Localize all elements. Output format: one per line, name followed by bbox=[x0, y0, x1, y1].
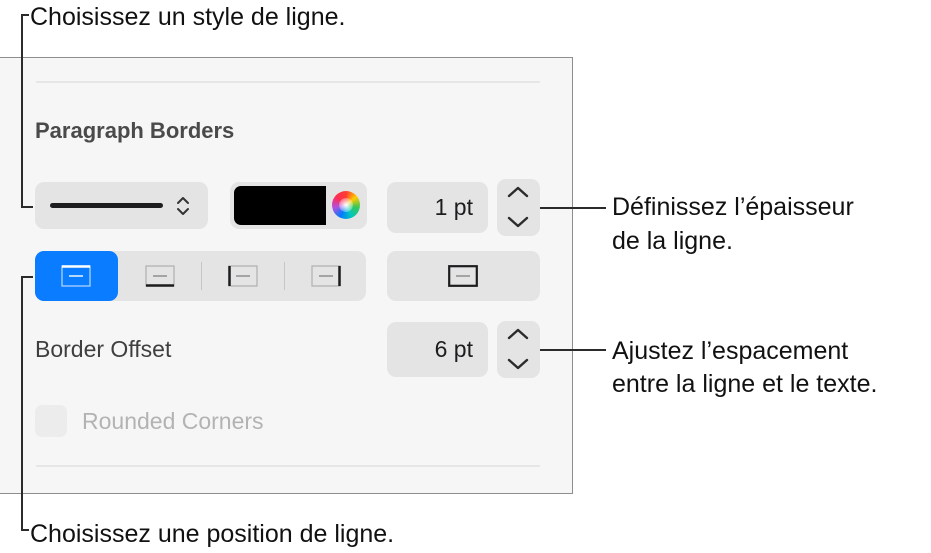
callout-leader-position-h1 bbox=[21, 276, 33, 278]
callout-line-style: Choisissez un style de ligne. bbox=[30, 3, 346, 31]
border-box-icon bbox=[448, 265, 478, 287]
chevron-up-down-icon bbox=[177, 197, 189, 215]
border-top-icon bbox=[61, 265, 91, 287]
section-title: Paragraph Borders bbox=[35, 118, 235, 143]
top-divider bbox=[36, 81, 540, 83]
border-offset-value: 6 pt bbox=[434, 336, 473, 362]
border-offset-field[interactable]: 6 pt bbox=[387, 322, 488, 377]
position-right-button[interactable] bbox=[285, 251, 366, 301]
line-style-popup[interactable] bbox=[35, 182, 208, 229]
solid-line-style-icon bbox=[50, 203, 163, 208]
color-swatch bbox=[234, 186, 326, 225]
border-left-icon bbox=[228, 265, 258, 287]
position-bottom-button[interactable] bbox=[119, 251, 201, 301]
position-left-button[interactable] bbox=[202, 251, 284, 301]
stepper-up-icon[interactable] bbox=[497, 321, 540, 349]
stepper-up-icon[interactable] bbox=[497, 179, 540, 207]
border-position-segmented[interactable] bbox=[35, 251, 366, 301]
border-color-well[interactable] bbox=[230, 182, 367, 229]
callout-line-thickness-2: de la ligne. bbox=[612, 227, 733, 255]
callout-leader-style-h2 bbox=[21, 206, 33, 208]
border-offset-stepper[interactable] bbox=[497, 321, 540, 378]
stepper-down-icon[interactable] bbox=[497, 350, 540, 378]
callout-leader-spacing bbox=[540, 349, 606, 351]
callout-leader-thickness bbox=[540, 207, 606, 209]
line-thickness-field[interactable]: 1 pt bbox=[387, 182, 488, 233]
stepper-down-icon[interactable] bbox=[497, 208, 540, 236]
callout-leader-position-h2 bbox=[21, 529, 29, 531]
callout-leader-style-v bbox=[21, 14, 23, 207]
rounded-corners-label: Rounded Corners bbox=[82, 408, 264, 434]
border-all-sides-button[interactable] bbox=[387, 251, 540, 301]
callout-spacing-2: entre la ligne et le texte. bbox=[612, 370, 878, 398]
line-thickness-stepper[interactable] bbox=[497, 179, 540, 236]
border-bottom-icon bbox=[145, 265, 175, 287]
rounded-corners-checkbox[interactable] bbox=[35, 405, 67, 437]
callout-line-position: Choisissez une position de ligne. bbox=[30, 520, 395, 548]
callout-spacing-1: Ajustez l’espacement bbox=[612, 337, 849, 365]
callout-leader-position-v bbox=[21, 276, 23, 530]
position-top-button[interactable] bbox=[35, 251, 118, 301]
border-right-icon bbox=[311, 265, 341, 287]
line-thickness-value: 1 pt bbox=[434, 194, 473, 220]
border-offset-label: Border Offset bbox=[35, 336, 172, 362]
callout-line-thickness-1: Définissez l’épaisseur bbox=[612, 193, 854, 221]
callout-leader-style-h1 bbox=[21, 14, 29, 16]
bottom-divider bbox=[36, 465, 540, 467]
color-wheel-icon[interactable] bbox=[332, 191, 360, 219]
